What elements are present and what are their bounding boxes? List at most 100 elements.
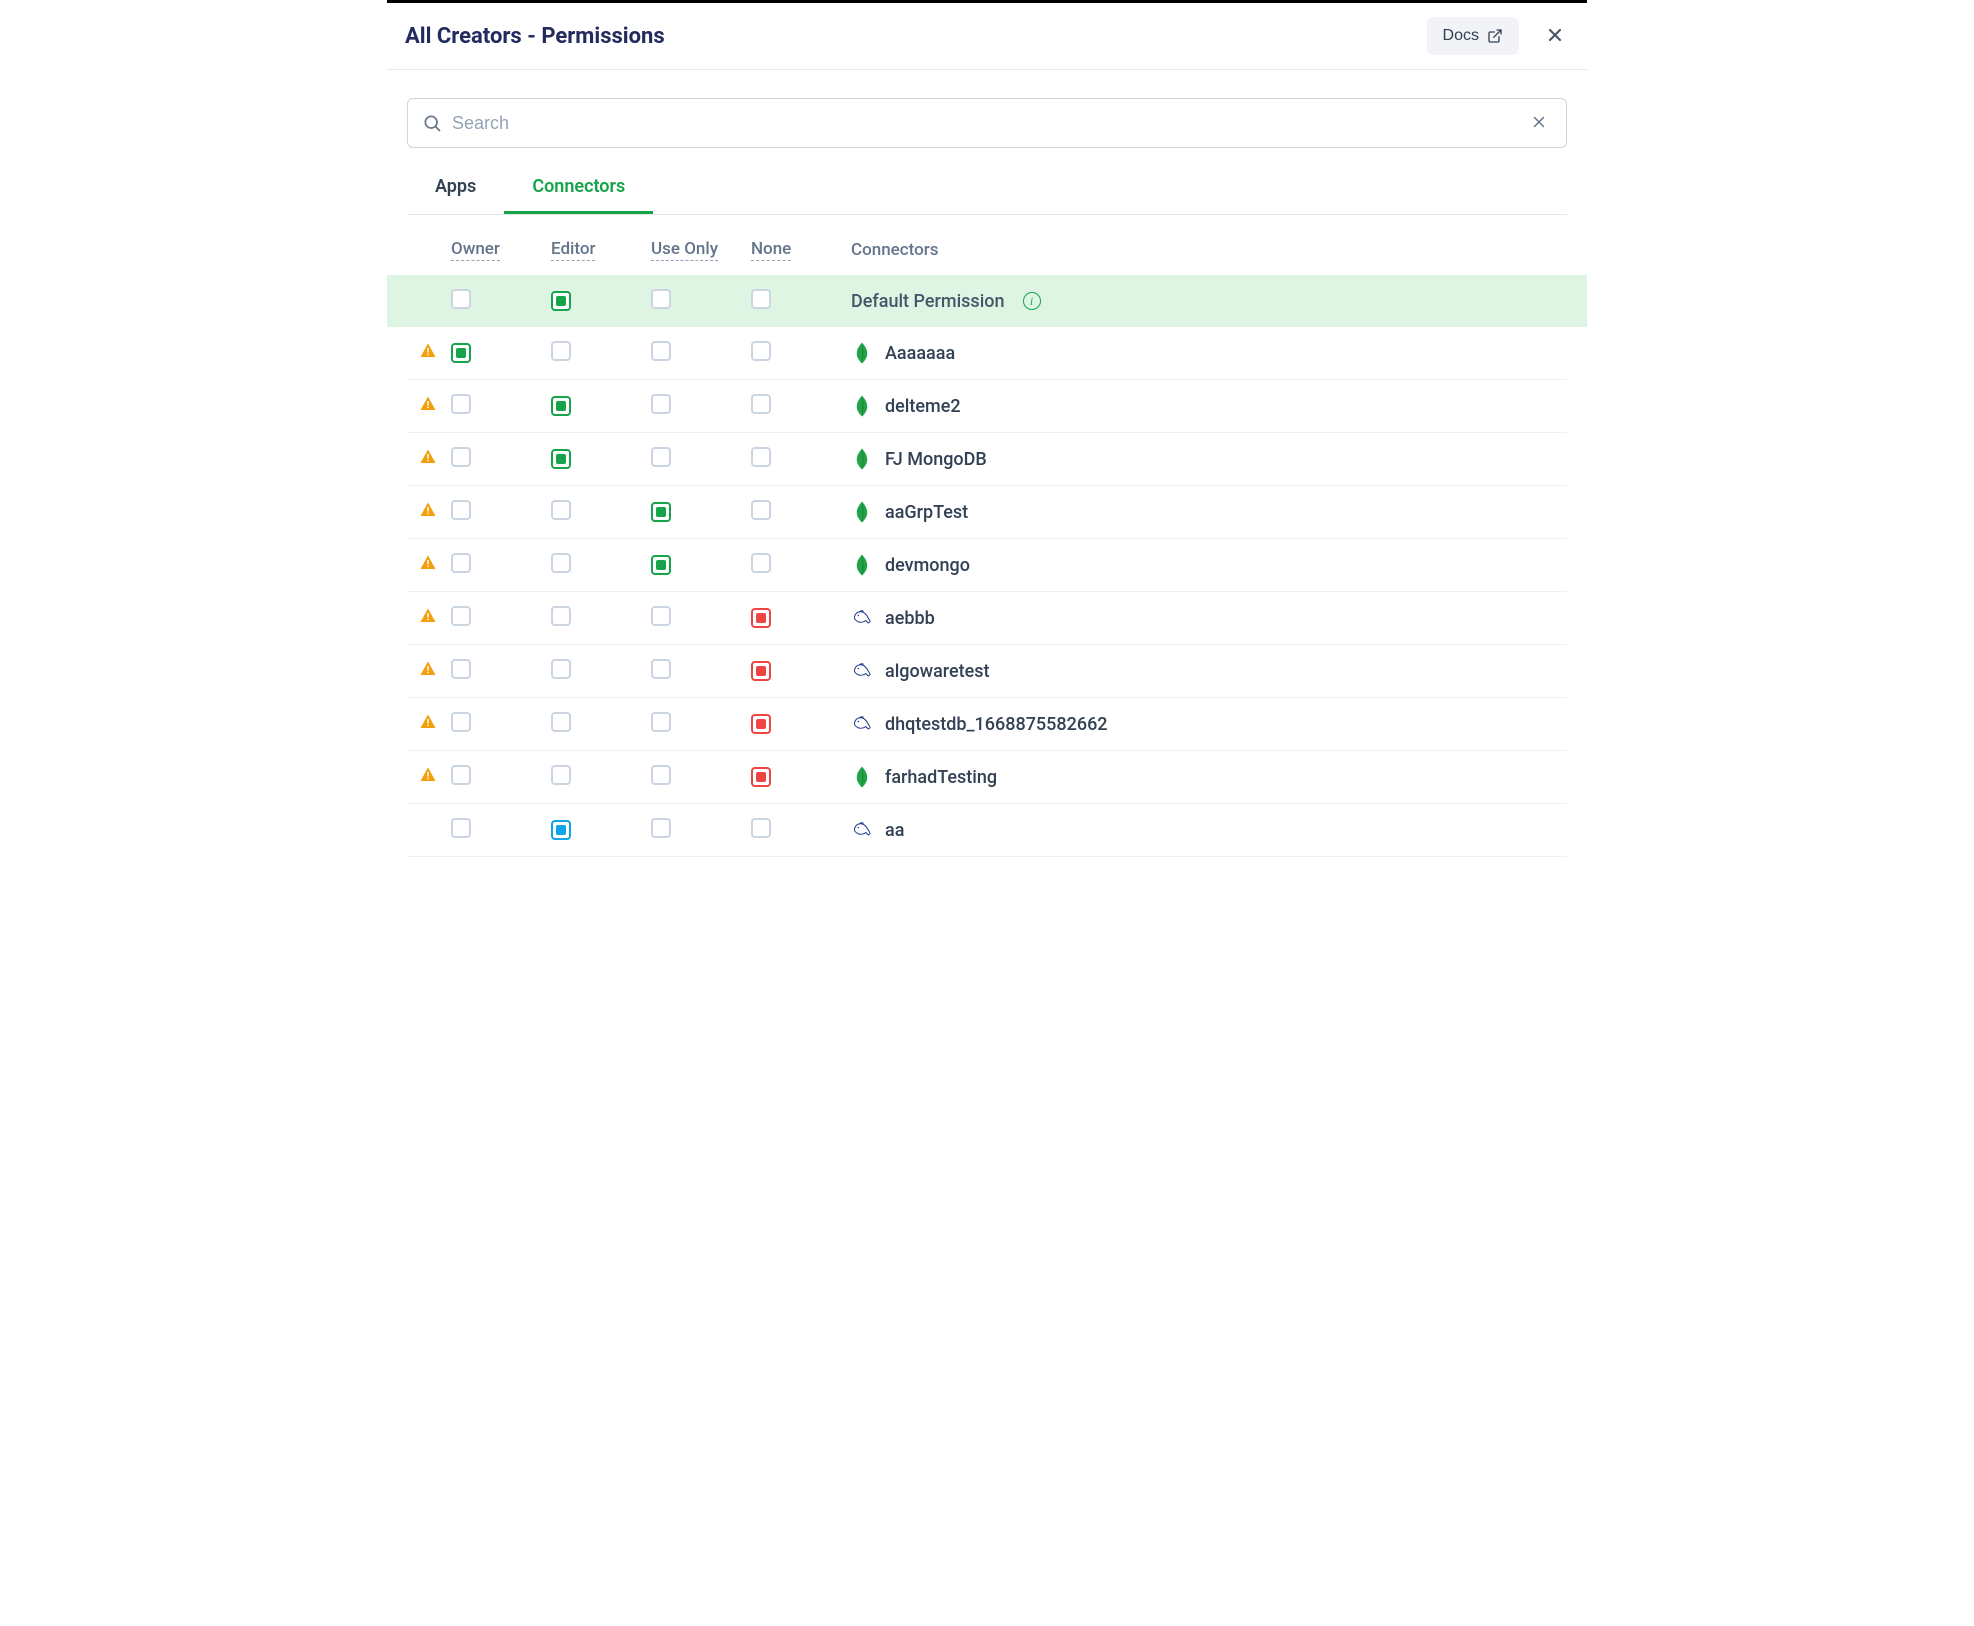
useonly-checkbox[interactable] <box>651 502 671 522</box>
mongodb-icon <box>851 394 873 418</box>
default-owner-checkbox[interactable] <box>451 289 471 309</box>
editor-checkbox[interactable] <box>551 820 571 840</box>
connector-name: delteme2 <box>885 396 961 417</box>
dialog-title: All Creators - Permissions <box>405 24 665 49</box>
none-checkbox[interactable] <box>751 394 771 414</box>
warning-icon <box>419 766 437 784</box>
external-link-icon <box>1487 28 1503 44</box>
none-checkbox[interactable] <box>751 661 771 681</box>
useonly-checkbox[interactable] <box>651 341 671 361</box>
mysql-icon <box>851 712 873 736</box>
default-useonly-checkbox[interactable] <box>651 289 671 309</box>
close-button[interactable] <box>1541 21 1569 52</box>
connector-row: algowaretest <box>407 645 1567 698</box>
search-input[interactable] <box>442 113 1526 134</box>
connector-row: delteme2 <box>407 380 1567 433</box>
useonly-checkbox[interactable] <box>651 394 671 414</box>
editor-checkbox[interactable] <box>551 449 571 469</box>
connector-name: Aaaaaaa <box>885 343 955 364</box>
connector-name: algowaretest <box>885 661 990 682</box>
owner-checkbox[interactable] <box>451 343 471 363</box>
owner-checkbox[interactable] <box>451 712 471 732</box>
connector-row: Aaaaaaa <box>407 327 1567 380</box>
permissions-dialog: All Creators - Permissions Docs Apps Con… <box>387 0 1587 877</box>
connector-row: FJ MongoDB <box>407 433 1567 486</box>
col-use-only[interactable]: Use Only <box>651 239 718 261</box>
docs-label: Docs <box>1443 27 1479 45</box>
useonly-checkbox[interactable] <box>651 555 671 575</box>
mongodb-icon <box>851 500 873 524</box>
editor-checkbox[interactable] <box>551 396 571 416</box>
none-checkbox[interactable] <box>751 767 771 787</box>
mysql-icon <box>851 606 873 630</box>
editor-checkbox[interactable] <box>551 765 571 785</box>
mysql-icon <box>851 659 873 683</box>
connector-name: devmongo <box>885 555 970 576</box>
search-field-wrap <box>407 98 1567 148</box>
tab-apps[interactable]: Apps <box>407 162 504 214</box>
useonly-checkbox[interactable] <box>651 447 671 467</box>
owner-checkbox[interactable] <box>451 553 471 573</box>
none-checkbox[interactable] <box>751 608 771 628</box>
owner-checkbox[interactable] <box>451 765 471 785</box>
connector-row: aaGrpTest <box>407 486 1567 539</box>
default-permission-label: Default Permission <box>851 291 1005 312</box>
editor-checkbox[interactable] <box>551 659 571 679</box>
warning-icon <box>419 501 437 519</box>
none-checkbox[interactable] <box>751 341 771 361</box>
owner-checkbox[interactable] <box>451 500 471 520</box>
warning-icon <box>419 554 437 572</box>
col-none[interactable]: None <box>751 239 791 261</box>
none-checkbox[interactable] <box>751 447 771 467</box>
connector-row: devmongo <box>407 539 1567 592</box>
owner-checkbox[interactable] <box>451 818 471 838</box>
none-checkbox[interactable] <box>751 553 771 573</box>
clear-icon <box>1530 113 1548 131</box>
editor-checkbox[interactable] <box>551 712 571 732</box>
warning-icon <box>419 342 437 360</box>
editor-checkbox[interactable] <box>551 500 571 520</box>
editor-checkbox[interactable] <box>551 606 571 626</box>
tab-connectors[interactable]: Connectors <box>504 162 653 214</box>
mongodb-icon <box>851 447 873 471</box>
connector-name: FJ MongoDB <box>885 449 987 470</box>
warning-icon <box>419 607 437 625</box>
table-header: Owner Editor Use Only None Connectors <box>407 215 1567 275</box>
search-icon <box>422 113 442 133</box>
useonly-checkbox[interactable] <box>651 818 671 838</box>
search-clear-button[interactable] <box>1526 109 1552 138</box>
docs-button[interactable]: Docs <box>1427 17 1519 55</box>
default-permission-row: Default Permission i <box>387 275 1587 327</box>
editor-checkbox[interactable] <box>551 553 571 573</box>
editor-checkbox[interactable] <box>551 341 571 361</box>
info-icon[interactable]: i <box>1023 292 1041 310</box>
connector-name: aa <box>885 820 904 841</box>
warning-icon <box>419 660 437 678</box>
col-connectors: Connectors <box>851 240 939 260</box>
none-checkbox[interactable] <box>751 500 771 520</box>
warning-icon <box>419 713 437 731</box>
rows-container: Default Permission i Aaaaaaa delteme2 FJ <box>407 275 1567 857</box>
close-icon <box>1545 25 1565 45</box>
useonly-checkbox[interactable] <box>651 606 671 626</box>
col-editor[interactable]: Editor <box>551 239 595 261</box>
useonly-checkbox[interactable] <box>651 765 671 785</box>
useonly-checkbox[interactable] <box>651 659 671 679</box>
useonly-checkbox[interactable] <box>651 712 671 732</box>
owner-checkbox[interactable] <box>451 447 471 467</box>
connector-row: dhqtestdb_1668875582662 <box>407 698 1567 751</box>
owner-checkbox[interactable] <box>451 659 471 679</box>
mongodb-icon <box>851 765 873 789</box>
owner-checkbox[interactable] <box>451 606 471 626</box>
mongodb-icon <box>851 553 873 577</box>
col-owner[interactable]: Owner <box>451 239 500 261</box>
default-none-checkbox[interactable] <box>751 289 771 309</box>
default-editor-checkbox[interactable] <box>551 291 571 311</box>
owner-checkbox[interactable] <box>451 394 471 414</box>
none-checkbox[interactable] <box>751 818 771 838</box>
connector-row: farhadTesting <box>407 751 1567 804</box>
connector-name: aebbb <box>885 608 935 629</box>
connector-name: dhqtestdb_1668875582662 <box>885 714 1108 735</box>
none-checkbox[interactable] <box>751 714 771 734</box>
mongodb-icon <box>851 341 873 365</box>
